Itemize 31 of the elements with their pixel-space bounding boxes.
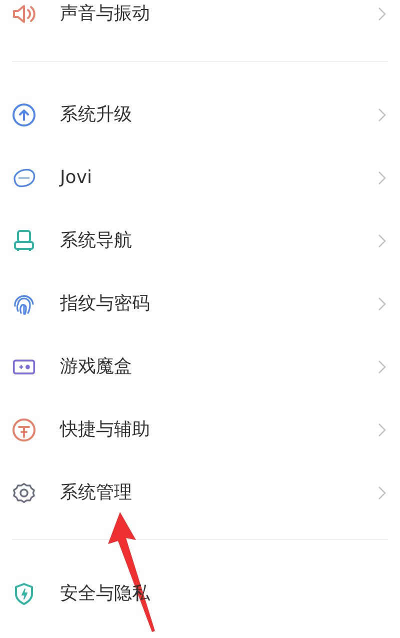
chevron-icon	[378, 170, 386, 184]
chevron-icon	[378, 422, 386, 436]
chevron-icon	[378, 108, 386, 122]
chevron-icon	[378, 360, 386, 374]
settings-item[interactable]: 系统导航	[12, 209, 388, 272]
chevron-icon	[378, 486, 386, 500]
item-label: 指纹与密码	[60, 292, 151, 316]
item-label: 快捷与辅助	[60, 418, 151, 442]
settings-item[interactable]: 系统管理	[12, 461, 388, 524]
item-label: 系统管理	[60, 481, 133, 505]
speaker-icon	[12, 2, 36, 24]
chevron-icon	[378, 234, 386, 248]
settings-item[interactable]: 声音与振动	[12, 0, 388, 45]
bubble-icon	[12, 166, 36, 188]
settings-item[interactable]: Jovi	[12, 146, 388, 209]
settings-item[interactable]: 快捷与辅助	[12, 398, 388, 461]
shield-icon	[13, 582, 35, 606]
item-label: 系统导航	[60, 229, 133, 253]
settings-item[interactable]: 游戏魔盒	[12, 335, 388, 398]
upload-icon	[12, 102, 36, 126]
settings-icon	[12, 480, 36, 504]
item-label: 游戏魔盒	[60, 355, 133, 379]
chevron-icon	[378, 296, 386, 310]
settings-item[interactable]: 指纹与密码	[12, 272, 388, 335]
chevron-icon	[378, 6, 386, 20]
item-label: 系统升级	[60, 103, 133, 127]
settings-item[interactable]: 系统升级	[12, 83, 388, 146]
item-label: Jovi	[60, 166, 93, 190]
navigation-icon	[13, 228, 35, 252]
item-label: 声音与振动	[60, 2, 151, 26]
gamepad-icon	[12, 356, 36, 376]
